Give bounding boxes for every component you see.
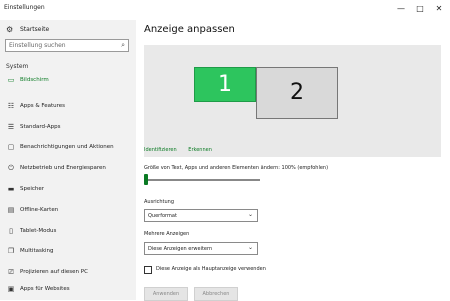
sidebar-item-label: Projizieren auf diesen PC (20, 269, 88, 275)
search-icon[interactable]: ⌕ (121, 41, 125, 50)
tablet-icon: ▯ (9, 227, 13, 235)
sidebar-home[interactable]: ⚙ Startseite (6, 25, 130, 35)
chevron-down-icon: ⌄ (247, 211, 253, 218)
sidebar-item-label: Tablet-Modus (20, 228, 57, 234)
orientation-label: Ausrichtung (144, 199, 175, 205)
sidebar-item-label: Netzbetrieb und Energiesparen (20, 165, 106, 171)
notifications-icon: ▢ (7, 143, 15, 151)
identify-link[interactable]: Identifizieren (144, 147, 177, 153)
sidebar-item-default-apps[interactable]: ☰ Standard-Apps (0, 118, 136, 138)
web-apps-icon: ▣ (7, 285, 15, 293)
sidebar-item-display[interactable]: ▭ Bildschirm (0, 71, 136, 91)
scale-slider[interactable] (145, 179, 260, 181)
storage-icon: ▬ (7, 185, 15, 193)
chevron-down-icon: ⌄ (247, 244, 253, 251)
sidebar-item-label: Offline-Karten (20, 207, 59, 213)
sidebar-item-notifications[interactable]: ▢ Benachrichtigungen und Aktionen (0, 138, 136, 158)
sidebar-item-label: Benachrichtigungen und Aktionen (20, 144, 114, 150)
project-icon: ⎚ (8, 268, 14, 276)
sidebar-item-offline-maps[interactable]: ▤ Offline-Karten (0, 201, 136, 221)
section-label-system: System (6, 63, 29, 70)
multitasking-icon: ❐ (7, 247, 15, 255)
sidebar-item-label: Apps & Features (20, 103, 66, 109)
main-display-checkbox[interactable] (144, 266, 152, 274)
maximize-button[interactable]: □ (413, 2, 427, 16)
power-icon: ⏻ (8, 164, 14, 172)
minimize-button[interactable]: — (394, 2, 408, 16)
search-box[interactable]: Einstellung suchen ⌕ (5, 39, 129, 52)
sidebar-item-web-apps[interactable]: ▣ Apps für Websites (0, 280, 136, 300)
apps-icon: ☷ (7, 102, 15, 110)
cancel-button[interactable]: Abbrechen (194, 287, 238, 301)
sidebar-item-multitasking[interactable]: ❐ Multitasking (0, 242, 136, 262)
sidebar-item-label: Bildschirm (20, 77, 49, 83)
title-bar: Einstellungen — □ ✕ (0, 0, 450, 20)
sidebar-item-apps-features[interactable]: ☷ Apps & Features (0, 97, 136, 117)
search-input[interactable]: Einstellung suchen (9, 42, 66, 49)
multiple-displays-value: Diese Anzeigen erweitern (148, 245, 213, 252)
orientation-dropdown[interactable]: Querformat ⌄ (144, 209, 258, 222)
multiple-displays-label: Mehrere Anzeigen (144, 231, 190, 237)
scale-label: Größe von Text, Apps und anderen Element… (144, 165, 329, 171)
gear-icon: ⚙ (6, 25, 14, 34)
sidebar: ⚙ Startseite Einstellung suchen ⌕ System… (0, 20, 136, 300)
sidebar-item-tablet-mode[interactable]: ▯ Tablet-Modus (0, 222, 136, 242)
monitor-icon: ▭ (7, 76, 15, 84)
window-title: Einstellungen (4, 4, 45, 11)
scale-slider-thumb[interactable] (144, 174, 148, 185)
display-links: Identifizieren Erkennen (144, 147, 222, 153)
sidebar-item-label: Apps für Websites (20, 286, 70, 292)
monitor-2[interactable]: 2 (256, 67, 338, 119)
sidebar-item-power[interactable]: ⏻ Netzbetrieb und Energiesparen (0, 159, 136, 179)
sidebar-item-label: Standard-Apps (20, 124, 61, 130)
display-arrangement-area[interactable]: 1 2 (144, 45, 441, 157)
monitor-1[interactable]: 1 (194, 67, 256, 102)
sidebar-item-label: Speicher (20, 186, 45, 192)
close-button[interactable]: ✕ (432, 2, 446, 16)
page-title: Anzeige anpassen (144, 24, 235, 35)
orientation-value: Querformat (148, 212, 177, 219)
default-apps-icon: ☰ (7, 123, 15, 131)
sidebar-item-label: Multitasking (20, 248, 54, 254)
multiple-displays-dropdown[interactable]: Diese Anzeigen erweitern ⌄ (144, 242, 258, 255)
detect-link[interactable]: Erkennen (188, 147, 212, 153)
main-content: Anzeige anpassen 1 2 Identifizieren Erke… (136, 20, 450, 301)
map-icon: ▤ (7, 206, 15, 214)
sidebar-item-storage[interactable]: ▬ Speicher (0, 180, 136, 200)
main-display-checkbox-label: Diese Anzeige als Hauptanzeige verwenden (156, 266, 266, 272)
apply-button[interactable]: Anwenden (144, 287, 188, 301)
home-label: Startseite (20, 26, 50, 33)
